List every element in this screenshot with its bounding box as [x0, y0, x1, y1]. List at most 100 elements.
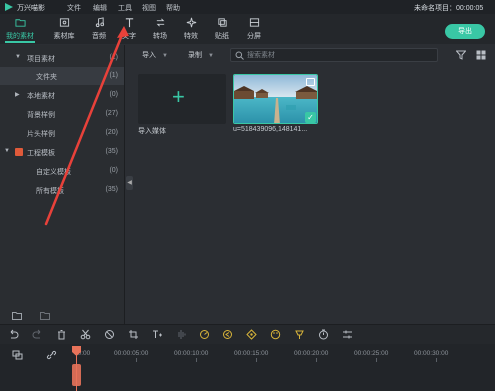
- tree-item-count: (0): [109, 91, 118, 98]
- adjust-sliders-icon[interactable]: [342, 329, 353, 340]
- grid-view-icon[interactable]: [476, 50, 486, 60]
- tab-audio[interactable]: 音频: [85, 14, 113, 44]
- caret-down-icon[interactable]: ▼: [4, 148, 10, 154]
- timer-icon[interactable]: [318, 329, 329, 340]
- tree-item-folder[interactable]: 文件夹 (1): [0, 67, 124, 85]
- tree-item-background-samples[interactable]: 背景样例 (27): [0, 105, 124, 123]
- timeline-ruler[interactable]: 00:00 00:00:05:00 00:00:10:00 00:00:15:0…: [70, 346, 495, 362]
- tree-item-local-media[interactable]: ▶ 本地素材 (0): [0, 86, 124, 104]
- search-box[interactable]: [230, 48, 438, 62]
- collapse-panel-handle[interactable]: ◀: [126, 176, 133, 190]
- main-toolbar: 我的素材 素材库 音频 文字 转场 特效 贴纸 分屏: [0, 14, 495, 44]
- caret-down-icon[interactable]: ▼: [15, 54, 21, 60]
- tree-item-label: 片头样例: [27, 131, 55, 138]
- template-folder-icon: [15, 148, 23, 156]
- menu-edit[interactable]: 编辑: [93, 3, 107, 13]
- tree-item-count: (20): [105, 129, 118, 136]
- delete-icon[interactable]: [56, 329, 67, 340]
- tree-item-count: (1): [109, 54, 118, 61]
- tree-item-count: (0): [109, 167, 118, 174]
- add-text-icon[interactable]: [152, 329, 163, 340]
- media-tree-panel: ▼ 项目素材 (1) 文件夹 (1) ▶ 本地素材 (0) 背景样例 (27) …: [0, 45, 125, 308]
- record-dropdown-label: 录制: [188, 52, 202, 59]
- tree-item-label: 文件夹: [36, 74, 57, 81]
- tab-transitions[interactable]: 转场: [146, 14, 174, 44]
- link-icon[interactable]: [46, 350, 57, 360]
- media-thumbnail[interactable]: ✓: [233, 74, 318, 124]
- redo-icon[interactable]: [32, 329, 43, 340]
- folder-icon: [6, 17, 34, 30]
- crop-icon[interactable]: [128, 329, 139, 340]
- tick-label: 00:00:15:00: [234, 350, 269, 357]
- app-name: 万兴喵影: [17, 5, 45, 12]
- chevron-down-icon: ▼: [208, 53, 214, 59]
- tab-label: 素材库: [53, 33, 75, 40]
- ruler-tick: [436, 358, 437, 362]
- tree-item-intro-samples[interactable]: 片头样例 (20): [0, 124, 124, 142]
- tab-effects[interactable]: 特效: [177, 14, 205, 44]
- sticker-icon: [208, 17, 236, 30]
- cut-scissors-icon[interactable]: [80, 329, 91, 340]
- record-dropdown[interactable]: 录制 ▼: [188, 50, 214, 62]
- ruler-tick: [316, 358, 317, 362]
- tree-item-project-media[interactable]: ▼ 项目素材 (1): [0, 49, 124, 67]
- speed-icon[interactable]: [199, 329, 210, 340]
- tab-my-media[interactable]: 我的素材: [6, 14, 34, 44]
- tree-item-count: (35): [105, 186, 118, 193]
- tab-label: 分屏: [247, 33, 261, 40]
- tree-item-all-templates[interactable]: 所有模板 (35): [0, 181, 124, 199]
- tree-item-project-templates[interactable]: ▼ 工程模板 (35): [0, 143, 124, 161]
- menu-help[interactable]: 帮助: [166, 3, 180, 13]
- filter-icon[interactable]: [456, 50, 466, 60]
- ruler-tick: [196, 358, 197, 362]
- title-bar: 万兴喵影 文件 编辑 工具 视图 帮助 未命名项目：00:00:05: [0, 0, 495, 14]
- tick-label: 00:00:25:00: [354, 350, 389, 357]
- plus-icon: +: [172, 84, 185, 109]
- tab-label: 音频: [92, 33, 106, 40]
- ruler-tick: [136, 358, 137, 362]
- tab-split-screen[interactable]: 分屏: [240, 14, 268, 44]
- tab-label: 转场: [153, 33, 167, 40]
- import-media-tile[interactable]: +: [138, 74, 226, 124]
- library-icon: [50, 17, 78, 30]
- tick-label: 00:00:20:00: [294, 350, 329, 357]
- import-dropdown[interactable]: 导入 ▼: [142, 50, 168, 62]
- menu-file[interactable]: 文件: [67, 3, 81, 13]
- edit-toolbar: [0, 324, 495, 344]
- tab-text[interactable]: 文字: [115, 14, 143, 44]
- tab-stock-library[interactable]: 素材库: [50, 14, 78, 44]
- undo-icon[interactable]: [8, 329, 19, 340]
- folder-icon[interactable]: [40, 311, 50, 320]
- audio-waveform-icon[interactable]: [176, 329, 187, 340]
- tab-stickers[interactable]: 贴纸: [208, 14, 236, 44]
- tab-label: 我的素材: [6, 33, 34, 40]
- new-folder-icon[interactable]: [12, 311, 22, 320]
- search-icon: [235, 51, 244, 60]
- tree-item-label: 背景样例: [27, 112, 55, 119]
- effects-sparkle-icon: [177, 17, 205, 30]
- tick-label: 00:00:05:00: [114, 350, 149, 357]
- project-title: 未命名项目：00:00:05: [414, 5, 484, 12]
- search-input[interactable]: [247, 49, 432, 61]
- caret-right-icon[interactable]: ▶: [15, 91, 20, 98]
- reverse-icon[interactable]: [222, 329, 233, 340]
- tree-item-label: 本地素材: [27, 93, 55, 100]
- keyframe-icon[interactable]: [246, 329, 257, 340]
- audio-mixer-icon[interactable]: [294, 329, 305, 340]
- tab-label: 特效: [184, 33, 198, 40]
- transition-icon: [146, 17, 174, 30]
- disable-icon[interactable]: [104, 329, 115, 340]
- clip-preview-icon: [306, 78, 315, 86]
- tree-item-label: 自定义模板: [36, 169, 71, 176]
- color-palette-icon[interactable]: [270, 329, 281, 340]
- export-button[interactable]: 导出: [445, 24, 485, 39]
- tree-item-label: 所有模板: [36, 188, 64, 195]
- menu-view[interactable]: 视图: [142, 3, 156, 13]
- import-dropdown-label: 导入: [142, 52, 156, 59]
- add-track-icon[interactable]: [12, 350, 23, 360]
- menu-tools[interactable]: 工具: [118, 3, 132, 13]
- playhead-marker[interactable]: [72, 364, 81, 386]
- tree-item-custom-templates[interactable]: 自定义模板 (0): [0, 162, 124, 180]
- tab-label: 文字: [122, 33, 136, 40]
- music-note-icon: [85, 17, 113, 30]
